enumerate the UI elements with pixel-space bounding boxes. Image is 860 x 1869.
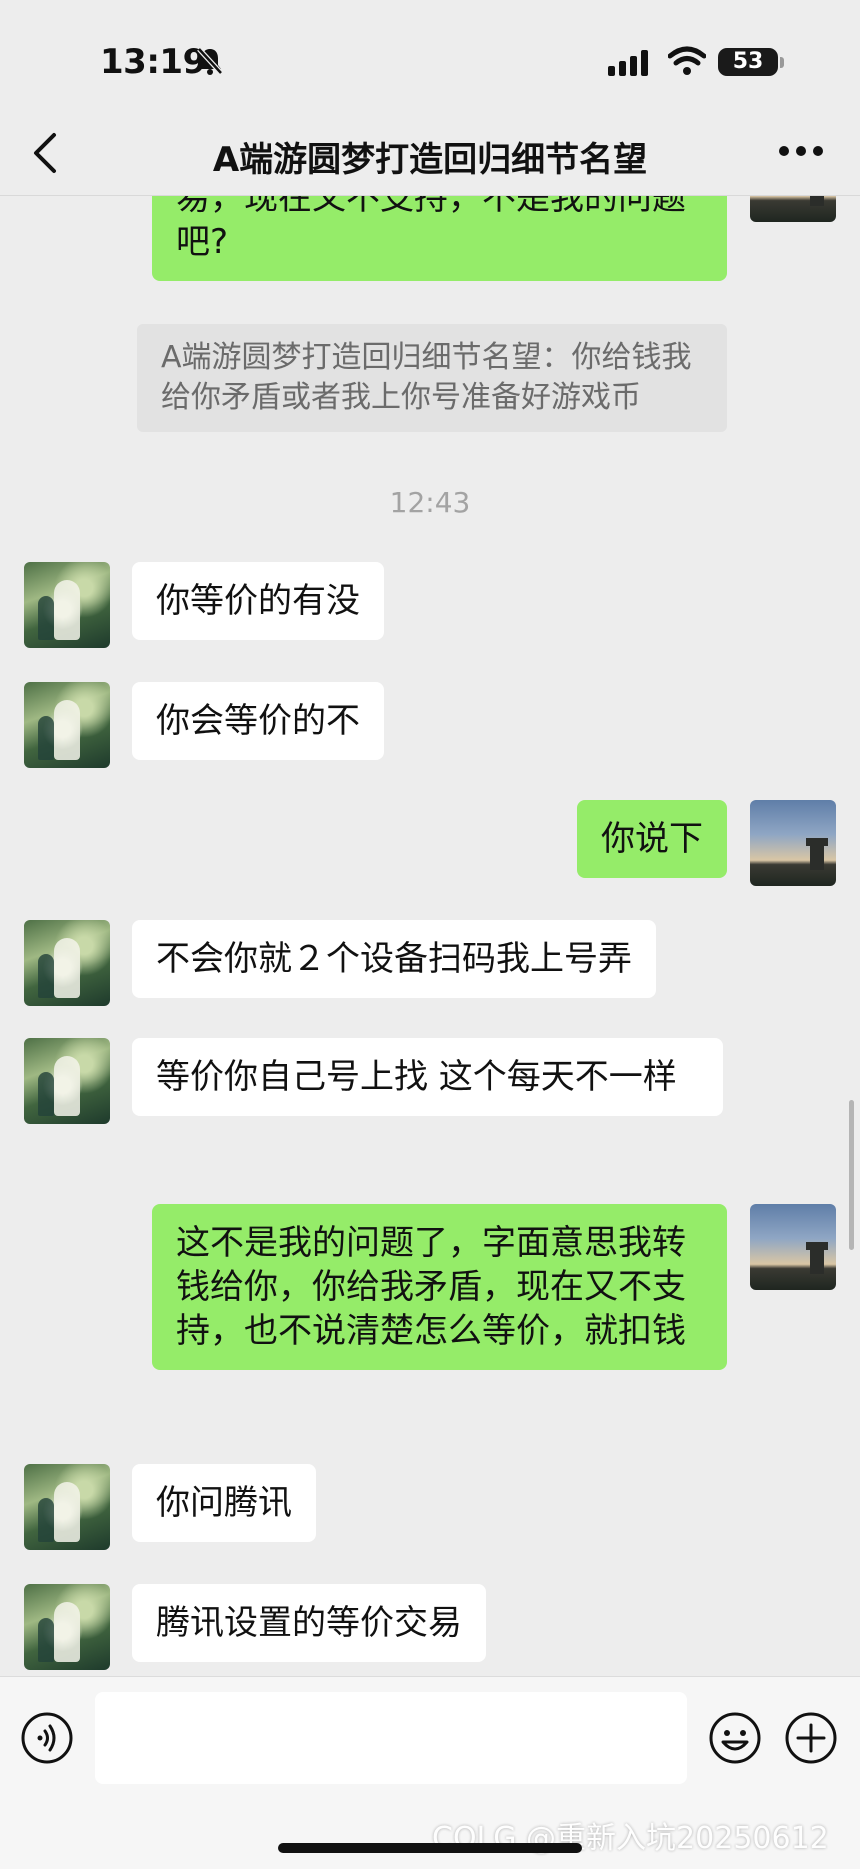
- contact-avatar[interactable]: [24, 920, 110, 1006]
- incoming-message[interactable]: 你等价的有没: [132, 562, 384, 640]
- quoted-message[interactable]: A端游圆梦打造回归细节名望：你给钱我给你矛盾或者我上你号准备好游戏币: [137, 324, 727, 432]
- wifi-icon: [667, 46, 707, 80]
- scrollbar[interactable]: [849, 1100, 854, 1250]
- contact-avatar[interactable]: [24, 682, 110, 768]
- status-bar: 13:19 53: [0, 0, 860, 110]
- message-list[interactable]: 易，现在又不支持，不是我的问题吧? A端游圆梦打造回归细节名望：你给钱我给你矛盾…: [0, 196, 860, 1676]
- outgoing-message[interactable]: 这不是我的问题了，字面意思我转钱给你，你给我矛盾，现在又不支持，也不说清楚怎么等…: [152, 1204, 727, 1370]
- contact-avatar[interactable]: [24, 562, 110, 648]
- status-time: 13:19: [100, 42, 206, 82]
- plus-icon[interactable]: [784, 1711, 838, 1769]
- incoming-message[interactable]: 你问腾讯: [132, 1464, 316, 1542]
- message-timestamp: 12:43: [389, 486, 471, 519]
- contact-avatar[interactable]: [24, 1464, 110, 1550]
- incoming-message[interactable]: 你会等价的不: [132, 682, 384, 760]
- battery-tip: [780, 57, 784, 68]
- self-avatar[interactable]: [750, 1204, 836, 1290]
- contact-avatar[interactable]: [24, 1038, 110, 1124]
- incoming-message[interactable]: 不会你就２个设备扫码我上号弄: [132, 920, 656, 998]
- bell-slash-icon: [196, 46, 224, 80]
- message-input[interactable]: [95, 1692, 687, 1784]
- self-avatar[interactable]: [750, 196, 836, 222]
- chevron-left-icon[interactable]: [28, 130, 62, 180]
- voice-icon[interactable]: [20, 1711, 74, 1769]
- cellular-signal-icon: [608, 50, 652, 80]
- chat-title: A端游圆梦打造回归细节名望: [212, 140, 648, 180]
- emoji-icon[interactable]: [708, 1711, 762, 1769]
- home-indicator[interactable]: [278, 1843, 582, 1853]
- outgoing-message[interactable]: 你说下: [577, 800, 727, 878]
- self-avatar[interactable]: [750, 800, 836, 886]
- outgoing-message[interactable]: 易，现在又不支持，不是我的问题吧?: [152, 196, 727, 281]
- contact-avatar[interactable]: [24, 1584, 110, 1670]
- more-dots-icon[interactable]: [778, 142, 824, 161]
- incoming-message[interactable]: 等价你自己号上找 这个每天不一样: [132, 1038, 723, 1116]
- incoming-message[interactable]: 腾讯设置的等价交易: [132, 1584, 486, 1662]
- nav-bar: A端游圆梦打造回归细节名望: [0, 110, 860, 196]
- battery-level: 53: [718, 48, 778, 76]
